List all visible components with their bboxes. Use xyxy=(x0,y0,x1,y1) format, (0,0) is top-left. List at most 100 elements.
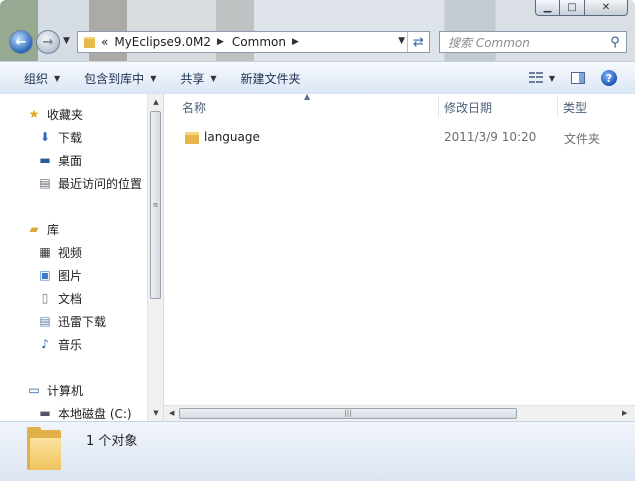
file-name[interactable]: language xyxy=(204,130,260,144)
command-bar: 组织 ▼ 包含到库中 ▼ 共享 ▼ 新建文件夹 ▼ ? xyxy=(0,61,635,95)
sidebar-item-videos[interactable]: ▦ 视频 xyxy=(37,242,82,262)
navigation-pane-scrollbar[interactable]: ▲ ≡ ▼ xyxy=(147,94,163,421)
view-options-icon[interactable] xyxy=(528,72,543,84)
back-arrow-icon: ← xyxy=(15,34,27,50)
column-header-date-modified[interactable]: 修改日期 xyxy=(444,94,492,120)
share-label: 共享 xyxy=(180,71,205,86)
sidebar-item-recent-places[interactable]: ▤ 最近访问的位置 xyxy=(37,173,142,193)
sidebar-item-label: 音乐 xyxy=(58,337,83,352)
selection-count: 1 个对象 xyxy=(86,434,138,449)
column-divider[interactable] xyxy=(438,96,439,118)
sidebar-item-desktop[interactable]: ▬ 桌面 xyxy=(37,150,82,170)
new-folder-button[interactable]: 新建文件夹 xyxy=(229,62,313,94)
navigation-bar: ← → ▼ « MyEclipse9.0M2 ▶ Common ▶ ▼ ⇄ 搜索… xyxy=(0,27,635,61)
organize-label: 组织 xyxy=(24,71,49,86)
chevron-right-icon[interactable]: ▶ xyxy=(217,37,224,47)
document-icon: ▯ xyxy=(41,291,49,305)
maximize-button[interactable]: □ xyxy=(560,0,585,16)
search-box[interactable]: 搜索 Common ⚲ xyxy=(439,31,627,53)
help-icon[interactable]: ? xyxy=(601,70,617,86)
hard-drive-icon: ▬ xyxy=(39,406,51,420)
chevron-down-icon: ▼ xyxy=(54,73,61,83)
navigation-pane: ★ 收藏夹 ⬇ 下载 ▬ 桌面 ▤ 最近访问的位置 ▰ 库 ▦ 视频 ▣ 图片 … xyxy=(0,94,164,421)
table-row[interactable]: language 2011/3/9 10:20 文件夹 xyxy=(164,127,635,149)
preview-pane-icon[interactable] xyxy=(571,72,585,84)
library-folder-icon: ▤ xyxy=(39,314,51,328)
sidebar-item-label: 文档 xyxy=(58,291,83,306)
sidebar-item-thunder-downloads[interactable]: ▤ 迅雷下载 xyxy=(37,311,106,331)
back-button[interactable]: ← xyxy=(9,30,33,54)
forward-arrow-icon: → xyxy=(42,34,54,50)
folder-icon xyxy=(27,427,61,470)
recent-places-icon: ▤ xyxy=(39,176,51,190)
scroll-down-button[interactable]: ▼ xyxy=(148,405,163,421)
search-icon[interactable]: ⚲ xyxy=(604,35,626,50)
address-dropdown-icon[interactable]: ▼ xyxy=(398,36,405,46)
column-divider[interactable] xyxy=(557,96,558,118)
details-pane: 1 个对象 xyxy=(0,421,635,481)
folder-icon xyxy=(84,36,95,48)
new-folder-label: 新建文件夹 xyxy=(240,71,301,86)
chevron-down-icon: ▼ xyxy=(210,73,217,83)
include-in-library-label: 包含到库中 xyxy=(84,71,145,86)
sidebar-item-label: 最近访问的位置 xyxy=(58,176,143,191)
file-list-horizontal-scrollbar[interactable]: ◀ ||| ▶ xyxy=(164,405,635,422)
scrollbar-thumb[interactable]: ≡ xyxy=(150,111,161,299)
sidebar-item-label: 下载 xyxy=(58,130,83,145)
file-list: ▲ 名称 修改日期 类型 language 2011/3/9 10:20 文件夹 xyxy=(164,92,635,421)
sidebar-item-label: 图片 xyxy=(58,268,83,283)
minimize-button[interactable]: ▁ xyxy=(535,0,560,16)
sidebar-item-label: 库 xyxy=(47,222,60,237)
organize-menu[interactable]: 组织 ▼ xyxy=(0,62,72,94)
view-options-dropdown[interactable]: ▼ xyxy=(549,74,555,83)
sidebar-item-label: 桌面 xyxy=(58,153,83,168)
toolbar-right: ▼ ? xyxy=(528,62,635,94)
desktop-icon: ▬ xyxy=(39,153,51,167)
download-folder-icon: ⬇ xyxy=(39,130,51,144)
scroll-up-button[interactable]: ▲ xyxy=(148,94,163,110)
sort-ascending-icon: ▲ xyxy=(304,92,311,101)
close-button[interactable]: ✕ xyxy=(585,0,628,16)
sidebar-item-pictures[interactable]: ▣ 图片 xyxy=(37,265,82,285)
sidebar-item-favorites[interactable]: ★ 收藏夹 xyxy=(26,104,83,124)
file-modified-date: 2011/3/9 10:20 xyxy=(444,130,537,144)
column-header-type[interactable]: 类型 xyxy=(563,94,587,120)
address-overflow-chevron[interactable]: « xyxy=(101,35,108,49)
sidebar-item-label: 迅雷下载 xyxy=(58,314,107,329)
chevron-right-icon[interactable]: ▶ xyxy=(292,37,299,47)
sidebar-item-documents[interactable]: ▯ 文档 xyxy=(37,288,82,308)
music-note-icon: ♪ xyxy=(41,337,49,351)
breadcrumb-myeclipse[interactable]: MyEclipse9.0M2 xyxy=(114,35,211,49)
explorer-window: ▁ □ ✕ ← → ▼ « MyEclipse9.0M2 ▶ Common ▶ … xyxy=(0,0,635,481)
scroll-left-button[interactable]: ◀ xyxy=(169,409,174,417)
refresh-icon: ⇄ xyxy=(413,34,424,50)
share-menu[interactable]: 共享 ▼ xyxy=(168,62,228,94)
folder-icon xyxy=(185,132,199,144)
address-bar[interactable]: « MyEclipse9.0M2 ▶ Common ▶ ▼ ⇄ xyxy=(77,31,430,53)
column-header-name[interactable]: 名称 xyxy=(182,94,206,120)
sidebar-item-label: 视频 xyxy=(58,245,83,260)
refresh-button[interactable]: ⇄ xyxy=(407,32,429,52)
video-icon: ▦ xyxy=(39,245,51,259)
sidebar-item-label: 本地磁盘 (C:) xyxy=(58,406,132,421)
scrollbar-thumb[interactable]: ||| xyxy=(179,408,517,419)
sidebar-item-downloads[interactable]: ⬇ 下载 xyxy=(37,127,82,147)
scroll-right-button[interactable]: ▶ xyxy=(622,409,627,417)
sidebar-item-libraries[interactable]: ▰ 库 xyxy=(26,219,59,239)
picture-icon: ▣ xyxy=(39,268,51,282)
sidebar-item-label: 收藏夹 xyxy=(47,107,84,122)
caption-buttons: ▁ □ ✕ xyxy=(535,0,628,16)
sidebar-item-label: 计算机 xyxy=(47,383,84,398)
sidebar-item-local-disk-c[interactable]: ▬ 本地磁盘 (C:) xyxy=(37,403,132,421)
sidebar-item-music[interactable]: ♪ 音乐 xyxy=(37,334,82,354)
include-in-library-menu[interactable]: 包含到库中 ▼ xyxy=(72,62,168,94)
forward-button[interactable]: → xyxy=(36,30,60,54)
recent-pages-dropdown[interactable]: ▼ xyxy=(63,36,70,46)
breadcrumb-common[interactable]: Common xyxy=(232,35,286,49)
sidebar-item-computer[interactable]: ▭ 计算机 xyxy=(26,380,83,400)
computer-icon: ▭ xyxy=(28,383,40,397)
file-type: 文件夹 xyxy=(564,132,601,146)
search-input[interactable]: 搜索 Common xyxy=(440,34,604,51)
library-icon: ▰ xyxy=(29,222,39,236)
star-icon: ★ xyxy=(28,107,40,121)
